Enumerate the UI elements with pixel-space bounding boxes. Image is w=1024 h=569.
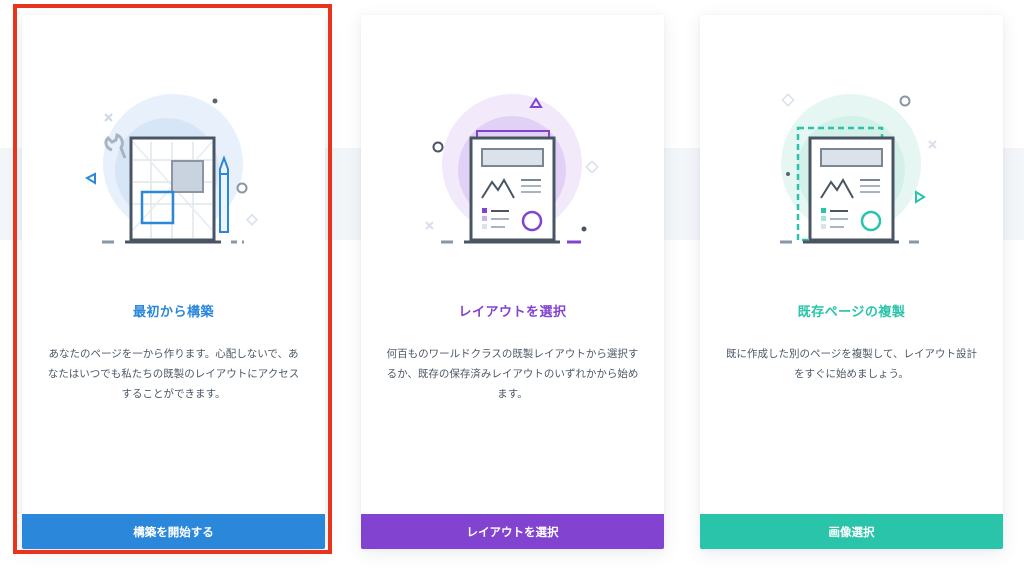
card-description: あなたのページを一から作ります。心配しないで、あなたはいつでも私たちの既製のレイ… — [47, 348, 300, 400]
card-title: 最初から構築 — [132, 305, 214, 320]
card-description: 既に作成した別のページを複製して、レイアウト設計をすぐに始めましょう。 — [726, 348, 977, 380]
card-title: レイアウトを選択 — [458, 305, 567, 320]
start-building-button[interactable]: 構築を開始する — [22, 514, 325, 549]
card-description: 何百ものワールドクラスの既製レイアウトから選択するか、既存の保存済みレイアウトの… — [386, 348, 639, 400]
card-build-from-scratch[interactable]: 最初から構築 あなたのページを一から作ります。心配しないで、あなたはいつでも私た… — [22, 15, 325, 549]
select-image-button[interactable]: 画像選択 — [700, 514, 1003, 549]
choose-layout-button[interactable]: レイアウトを選択 — [361, 514, 664, 549]
card-title: 既存ページの複製 — [797, 305, 906, 320]
wireframe-grid-icon — [84, 94, 259, 244]
card-clone-existing-page[interactable]: 既存ページの複製 既に作成した別のページを複製して、レイアウト設計をすぐに始めま… — [700, 15, 1003, 549]
card-choose-layout[interactable]: レイアウトを選択 何百ものワールドクラスの既製レイアウトから選択するか、既存の保… — [361, 15, 664, 549]
layout-pages-icon — [425, 94, 599, 244]
duplicate-page-icon — [780, 93, 937, 244]
